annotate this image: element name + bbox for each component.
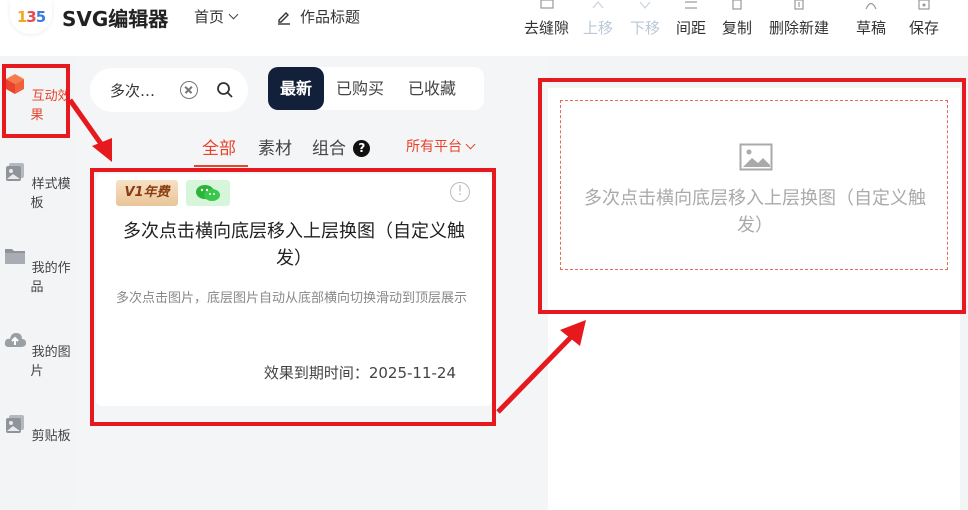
tool-save-button[interactable]: 保存 — [909, 0, 939, 40]
wechat-icon — [196, 185, 220, 201]
clipboard-icon — [6, 415, 25, 433]
sidebar-item-my-images[interactable]: 我的图片 — [0, 328, 74, 379]
sort-tabs: 最新 已购买 已收藏 — [268, 67, 484, 110]
cloud-upload-icon — [5, 333, 27, 347]
app-title: SVG编辑器 — [62, 7, 169, 31]
vip-badge: V1年费 — [116, 180, 178, 206]
chevron-down-icon — [228, 9, 239, 20]
filter-material[interactable]: 素材 — [258, 134, 292, 159]
tab-purchased[interactable]: 已购买 — [324, 67, 396, 110]
search-icon[interactable] — [216, 81, 234, 99]
copy-icon — [732, 0, 742, 10]
template-icon — [6, 163, 25, 181]
filter-active-underline — [194, 165, 248, 167]
logo-digit-5: 5 — [35, 8, 46, 26]
image-icon — [739, 143, 773, 171]
tool-save-label: 保存 — [909, 19, 940, 37]
wechat-badge — [186, 180, 230, 206]
card-title: 多次点击横向底层移入上层换图（自定义触发） — [123, 221, 465, 269]
tool-move-up-button[interactable]: 上移 — [583, 0, 613, 40]
sidebar-item-interactive-effects[interactable]: 互动效果 — [0, 72, 74, 123]
help-icon[interactable]: ? — [353, 140, 371, 157]
tool-spacing-button[interactable]: 间距 — [676, 0, 706, 40]
sidebar-item-label: 互动效果 — [30, 89, 71, 123]
canvas-placeholder[interactable]: 多次点击横向底层移入上层换图（自定义触发） — [560, 100, 948, 270]
tool-gap-label: 去缝隙 — [524, 19, 570, 37]
platform-label: 所有平台 — [406, 139, 462, 155]
card-expiry: 效果到期时间：2025-11-24 — [263, 364, 456, 382]
tool-copy-button[interactable]: 复制 — [722, 0, 752, 40]
folder-icon — [5, 249, 26, 264]
work-title-button[interactable]: 作品标题 — [276, 6, 360, 27]
tool-draft-button[interactable]: 草稿 — [856, 0, 886, 40]
logo-digit-1: 1 — [16, 8, 27, 26]
platform-dropdown[interactable]: 所有平台 — [406, 136, 476, 156]
tool-delete-new-label: 删除新建 — [769, 19, 830, 37]
tool-gap-button[interactable]: 去缝隙 — [524, 0, 569, 40]
search-input[interactable]: 多次… — [110, 80, 174, 101]
move-up-icon — [592, 1, 604, 9]
tool-move-up-label: 上移 — [583, 19, 614, 37]
filter-all[interactable]: 全部 — [202, 134, 236, 159]
sidebar-item-label: 我的作品 — [30, 261, 71, 295]
tool-draft-label: 草稿 — [856, 19, 887, 37]
tool-copy-label: 复制 — [722, 19, 753, 37]
filter-combo[interactable]: 组合 ? — [312, 134, 371, 159]
tab-favorited[interactable]: 已收藏 — [396, 67, 468, 110]
tool-move-down-label: 下移 — [630, 19, 661, 37]
canvas-placeholder-text: 多次点击横向底层移入上层换图（自定义触发） — [584, 188, 926, 236]
tab-latest[interactable]: 最新 — [268, 67, 325, 110]
cube-icon — [6, 74, 25, 94]
clear-icon[interactable] — [180, 81, 198, 99]
chevron-down-icon — [465, 139, 476, 149]
tool-spacing-label: 间距 — [676, 19, 707, 37]
save-icon — [918, 0, 930, 10]
left-sidebar: 互动效果 样式模板 我的作品 我的图片 剪贴板 — [0, 56, 74, 510]
info-icon[interactable]: ! — [450, 182, 470, 202]
home-menu-label: 首页 — [194, 8, 225, 26]
gap-icon — [539, 0, 554, 9]
logo-digit-3: 3 — [26, 8, 36, 26]
sidebar-item-label: 我的图片 — [30, 345, 71, 379]
card-description: 多次点击图片，底层图片自动从底部横向切换滑动到顶层展示 — [116, 291, 468, 306]
panel-gap — [500, 56, 548, 510]
sidebar-item-my-works[interactable]: 我的作品 — [0, 244, 74, 295]
sidebar-item-label: 样式模板 — [30, 177, 71, 211]
edit-icon — [278, 11, 290, 25]
sidebar-item-clipboard[interactable]: 剪贴板 — [0, 412, 74, 444]
logo[interactable]: 135 — [10, 0, 52, 34]
effect-card[interactable]: V1年费 ! 多次点击横向底层移入上层换图（自定义触发） 多次点击图片，底层图片… — [96, 174, 492, 406]
tool-delete-new-button[interactable]: 删除新建 — [769, 0, 829, 40]
effects-panel: 多次… 最新 已购买 已收藏 全部 素材 组合 ? 所有平台 V1年费 ! 多次… — [74, 56, 500, 510]
draft-icon — [865, 2, 877, 10]
top-bar: 135 SVG编辑器 首页 作品标题 去缝隙 上移 下移 间距 复制 删除新建 … — [0, 0, 968, 56]
work-title-label: 作品标题 — [300, 8, 361, 26]
tool-move-down-button[interactable]: 下移 — [630, 0, 660, 40]
sidebar-item-style-templates[interactable]: 样式模板 — [0, 160, 74, 211]
delete-new-icon — [794, 0, 804, 10]
move-down-icon — [639, 1, 651, 9]
home-menu[interactable]: 首页 — [194, 6, 239, 27]
spacing-icon — [685, 1, 697, 9]
sidebar-item-label: 剪贴板 — [31, 429, 71, 444]
search-box[interactable]: 多次… — [90, 68, 248, 112]
filter-combo-label: 组合 — [312, 139, 346, 159]
